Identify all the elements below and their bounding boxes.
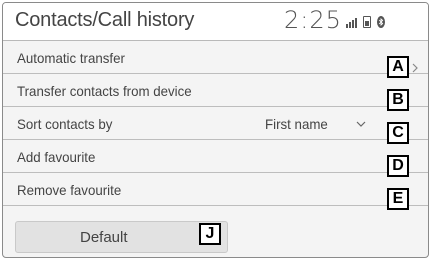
chevron-down-icon xyxy=(356,121,366,127)
setting-row-transfer-contacts[interactable]: Transfer contacts from device xyxy=(3,74,428,107)
callout-c: C xyxy=(387,122,409,144)
setting-label: Automatic transfer xyxy=(17,50,125,66)
callout-j: J xyxy=(199,223,221,245)
bluetooth-icon xyxy=(377,16,385,28)
header-bar: Contacts/Call history 2:25 xyxy=(3,3,428,41)
setting-row-sort-contacts[interactable]: Sort contacts by First name xyxy=(3,107,428,140)
default-button[interactable]: Default xyxy=(15,221,228,253)
page-title: Contacts/Call history xyxy=(15,9,195,31)
status-icons xyxy=(346,14,385,30)
setting-row-add-favourite[interactable]: Add favourite xyxy=(3,140,428,173)
default-button-label: Default xyxy=(80,229,128,246)
callout-a: A xyxy=(387,56,409,78)
chevron-right-icon xyxy=(412,63,418,73)
signal-bars-icon xyxy=(346,16,357,28)
callout-b: B xyxy=(387,89,409,111)
clock: 2:25 xyxy=(284,6,342,34)
callout-d: D xyxy=(387,155,409,177)
setting-row-automatic-transfer[interactable]: Automatic transfer xyxy=(3,41,428,74)
setting-row-remove-favourite[interactable]: Remove favourite xyxy=(3,173,428,206)
setting-label: Transfer contacts from device xyxy=(17,83,192,99)
contacts-settings-screen: Contacts/Call history 2:25 Automatic tra… xyxy=(2,2,429,258)
battery-icon xyxy=(363,16,371,28)
setting-label: Sort contacts by xyxy=(17,116,113,132)
sort-order-value: First name xyxy=(265,116,328,132)
setting-label: Remove favourite xyxy=(17,182,122,198)
setting-label: Add favourite xyxy=(17,149,96,165)
callout-e: E xyxy=(387,188,409,210)
